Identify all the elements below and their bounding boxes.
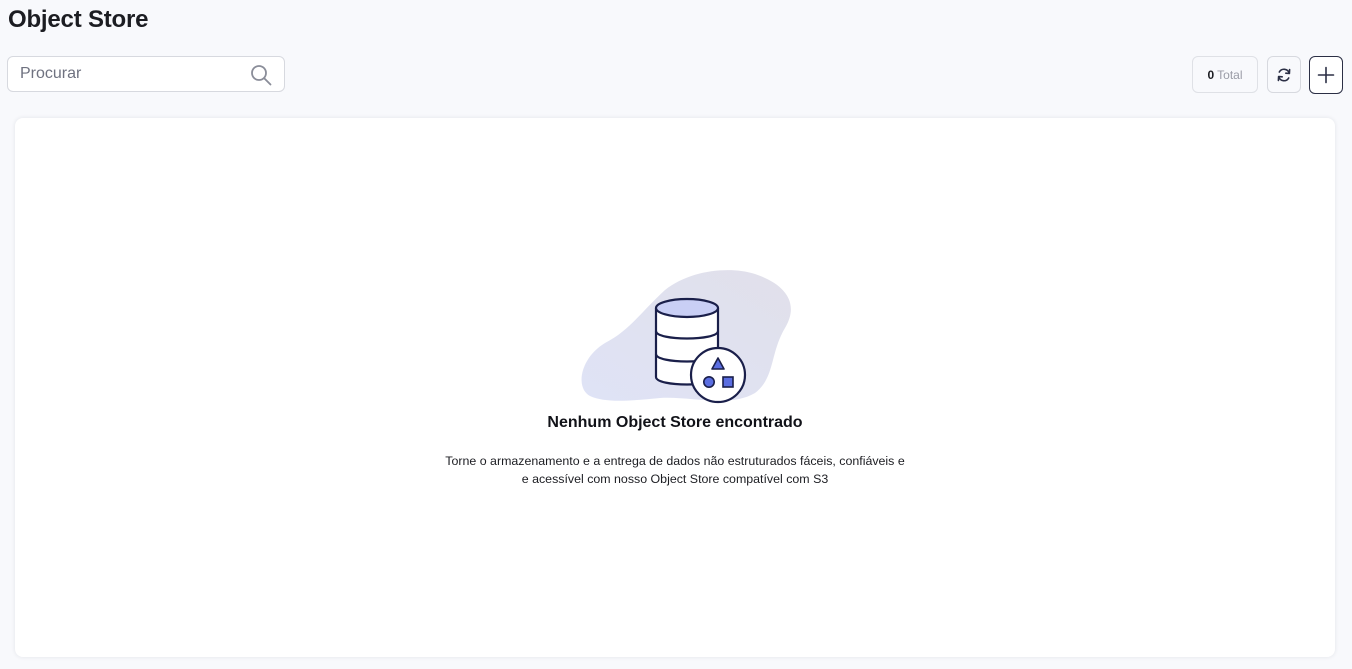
empty-state-title: Nenhum Object Store encontrado	[547, 414, 803, 431]
search-icon[interactable]	[250, 64, 272, 86]
add-button[interactable]	[1309, 56, 1343, 94]
database-shapes-icon	[581, 270, 791, 404]
page-title: Object Store	[8, 6, 149, 33]
total-count: 0	[1207, 67, 1215, 82]
refresh-icon	[1277, 67, 1291, 82]
shapes-badge-icon	[689, 346, 747, 404]
search-input[interactable]	[20, 57, 240, 91]
plus-icon	[1317, 66, 1335, 84]
empty-state-description-line-1: Torne o armazenamento e a entrega de dad…	[445, 454, 905, 468]
refresh-button[interactable]	[1267, 56, 1301, 93]
content-card: Nenhum Object Store encontrado Torne o a…	[15, 118, 1335, 657]
search-box[interactable]	[7, 56, 285, 92]
empty-state-description: Torne o armazenamento e a entrega de dad…	[415, 452, 935, 488]
empty-state-description-line-2: e acessível com nosso Object Store compa…	[521, 472, 829, 486]
total-label: Total	[1217, 67, 1243, 82]
total-badge: 0 Total	[1192, 56, 1258, 93]
object-store-page: Object Store 0 Total	[0, 0, 1352, 669]
